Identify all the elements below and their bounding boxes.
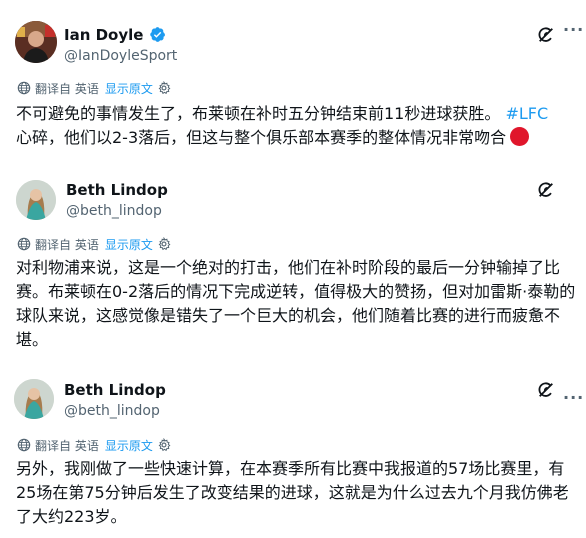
author-handle[interactable]: @beth_lindop <box>66 202 162 220</box>
settings-icon[interactable] <box>157 81 171 95</box>
show-original-link[interactable]: 显示原文 <box>105 236 153 253</box>
red-circle-emoji <box>510 127 530 146</box>
translation-row: 翻译自 英语 显示原文 <box>17 437 171 453</box>
settings-icon[interactable] <box>157 237 171 251</box>
author-name[interactable]: Ian Doyle <box>64 26 143 44</box>
tweet-text: 对利物浦来说，这是一个绝对的打击，他们在补时阶段的最后一分钟输掉了比赛。布莱顿在… <box>16 258 576 349</box>
translation-row: 翻译自 英语 显示原文 <box>17 236 171 252</box>
avatar[interactable] <box>14 379 54 419</box>
globe-icon <box>17 81 31 95</box>
translated-from-label: 翻译自 英语 <box>35 438 99 453</box>
author-handle[interactable]: @IanDoyleSport <box>64 47 177 65</box>
settings-icon[interactable] <box>157 438 171 452</box>
tweet-text: 另外，我刚做了一些快速计算，在本赛季所有比赛中我报道的57场比赛里，有25场在第… <box>16 459 569 526</box>
translation-row: 翻译自 英语 显示原文 <box>17 80 171 96</box>
translated-from-label: 翻译自 英语 <box>35 237 99 252</box>
author-name[interactable]: Beth Lindop <box>64 381 166 399</box>
more-icon[interactable]: ··· <box>563 388 584 407</box>
avatar[interactable] <box>15 21 57 63</box>
grok-icon[interactable] <box>537 381 555 399</box>
globe-icon <box>17 237 31 251</box>
avatar[interactable] <box>16 180 56 220</box>
tweet-text-line2: 心碎，他们以2-3落后，但这与整个俱乐部本赛季的整体情况非常吻合 <box>16 128 507 147</box>
more-icon[interactable]: ··· <box>563 20 584 39</box>
hashtag-link[interactable]: #LFC <box>505 104 548 123</box>
tweet-beth-lindop-2: Beth Lindop @beth_lindop ··· 翻译自 英语 显示原文… <box>0 368 586 538</box>
author-name[interactable]: Beth Lindop <box>66 181 168 199</box>
show-original-link[interactable]: 显示原文 <box>105 437 153 454</box>
tweet-text-main: 不可避免的事情发生了，布莱顿在补时五分钟结束前11秒进球获胜。 <box>16 104 501 123</box>
tweet-text: 不可避免的事情发生了，布莱顿在补时五分钟结束前11秒进球获胜。 #LFC 心碎，他… <box>16 102 576 150</box>
tweet-beth-lindop-1: Beth Lindop @beth_lindop 翻译自 英语 显示原文 对利物… <box>0 168 586 368</box>
grok-icon[interactable] <box>537 181 555 199</box>
tweet-ian-doyle: Ian Doyle @IanDoyleSport ··· 翻译自 英语 显示原文… <box>0 0 586 168</box>
globe-icon <box>17 438 31 452</box>
grok-icon[interactable] <box>537 26 555 44</box>
author-handle[interactable]: @beth_lindop <box>64 402 160 420</box>
translated-from-label: 翻译自 英语 <box>35 81 99 96</box>
show-original-link[interactable]: 显示原文 <box>105 80 153 97</box>
verified-badge-icon <box>150 27 166 42</box>
